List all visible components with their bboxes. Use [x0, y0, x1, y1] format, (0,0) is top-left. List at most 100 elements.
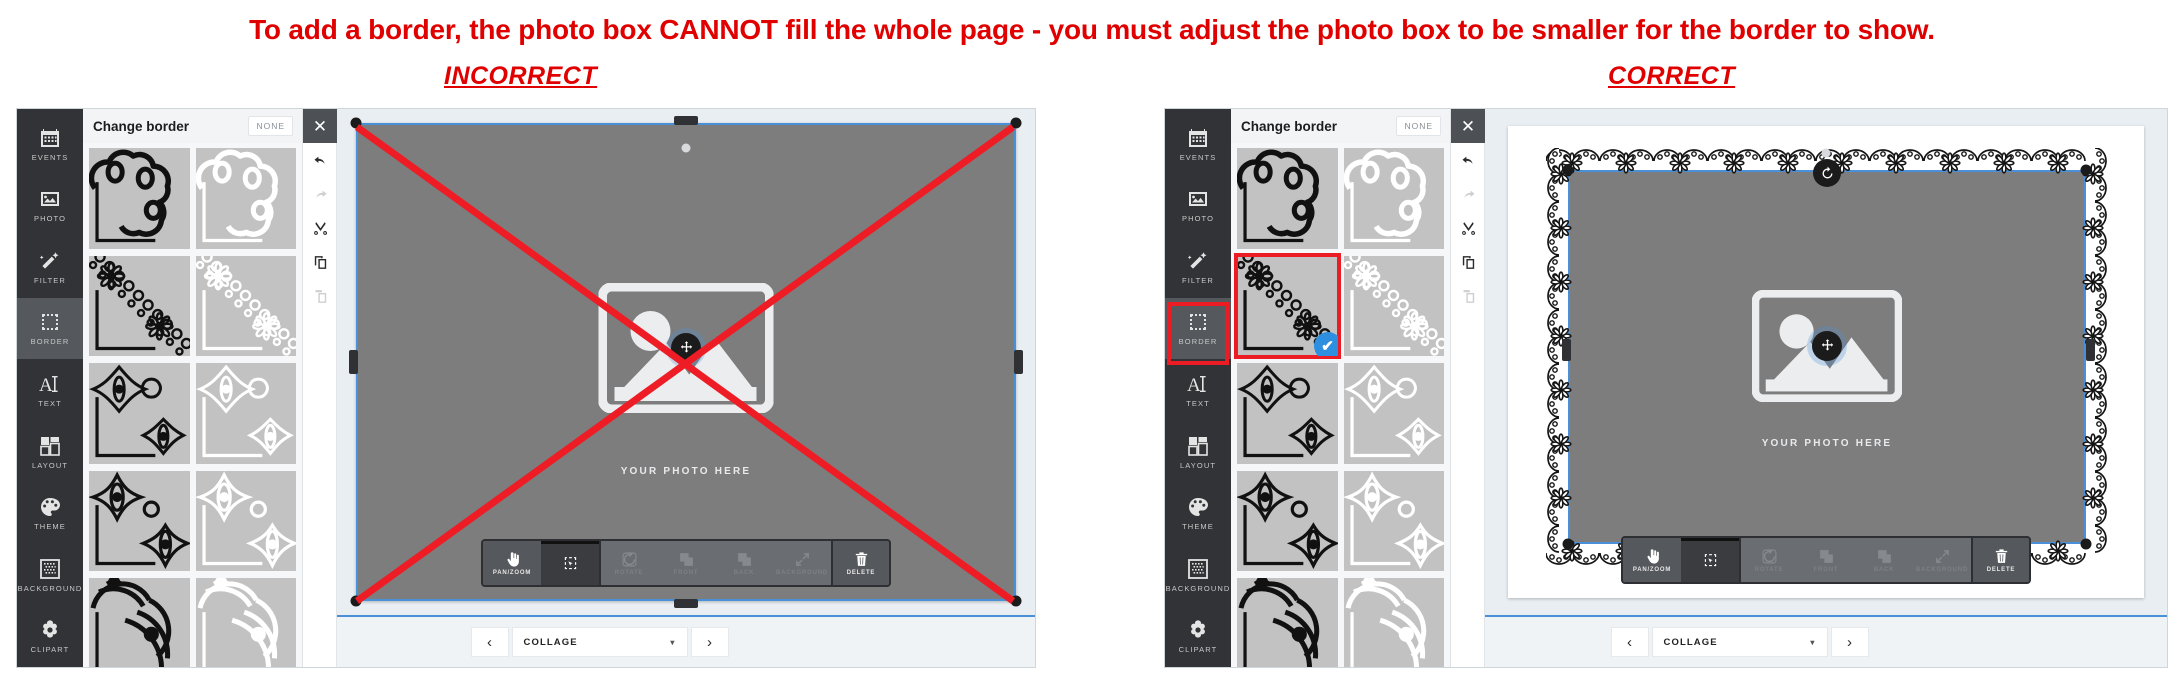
edge-handle-left[interactable] — [1562, 339, 1571, 361]
border-thumbnail[interactable]: ✔ — [1234, 252, 1341, 359]
border-thumbnail-grid[interactable]: ✔ — [1231, 143, 1450, 667]
border-thumbnail[interactable] — [1343, 255, 1444, 356]
sidebar-item-theme[interactable]: THEME — [17, 482, 83, 544]
sidebar-item-photo[interactable]: PHOTO — [17, 175, 83, 237]
edge-handle-top[interactable] — [674, 116, 698, 125]
border-thumbnail[interactable] — [195, 148, 296, 249]
back-button[interactable]: BACK — [1855, 538, 1913, 582]
prev-page-button[interactable]: ‹ — [470, 627, 509, 657]
border-thumbnail[interactable] — [195, 470, 296, 571]
resize-handle-tr[interactable] — [2080, 164, 2092, 176]
canvas-page[interactable]: YOUR PHOTO HERE PAN/ZOOM ROTATE FRONT BA… — [1508, 126, 2144, 598]
move-handle[interactable] — [1812, 330, 1842, 361]
background-button[interactable]: BACKGROUND — [773, 541, 831, 585]
rotate-handle[interactable] — [1813, 159, 1841, 187]
copy-icon[interactable] — [1451, 245, 1485, 279]
close-icon[interactable]: ✕ — [303, 109, 337, 143]
front-button[interactable]: FRONT — [657, 541, 715, 585]
delete-button[interactable]: DELETE — [1971, 538, 2029, 582]
sidebar-item-layout[interactable]: LAYOUT — [17, 421, 83, 483]
canvas-stage[interactable]: YOUR PHOTO HERE PAN/ZOOM ROTATE FRONT BA… — [337, 109, 1035, 667]
sidebar-item-background[interactable]: BACKGROUND — [1165, 544, 1231, 606]
resize-handle-br[interactable] — [2080, 538, 2092, 550]
border-thumbnail[interactable] — [89, 255, 190, 356]
edit-toolbar[interactable]: ✕ — [303, 109, 337, 667]
select-button[interactable] — [541, 541, 599, 585]
move-handle[interactable] — [671, 332, 701, 363]
sidebar-item-events[interactable]: EVENTS — [1165, 113, 1231, 175]
border-thumbnail[interactable] — [195, 255, 296, 356]
select-button[interactable] — [1681, 538, 1739, 582]
sidebar-item-background[interactable]: BACKGROUND — [17, 544, 83, 606]
sidebar-item-photo[interactable]: PHOTO — [1165, 175, 1231, 237]
front-button[interactable]: FRONT — [1797, 538, 1855, 582]
copy-icon[interactable] — [303, 245, 337, 279]
page-navigation[interactable]: ‹ COLLAGE ▾ › — [1485, 615, 2167, 667]
edge-handle-bottom[interactable] — [674, 599, 698, 608]
border-thumbnail[interactable] — [1237, 470, 1338, 571]
border-thumbnail[interactable] — [1343, 148, 1444, 249]
resize-handle-tl[interactable] — [350, 117, 362, 129]
border-thumbnail[interactable] — [195, 363, 296, 464]
next-page-button[interactable]: › — [1830, 627, 1869, 657]
rotate-button[interactable]: ROTATE — [1739, 538, 1797, 582]
paste-icon[interactable] — [1451, 279, 1485, 313]
border-thumbnail[interactable] — [89, 148, 190, 249]
edge-handle-left[interactable] — [349, 350, 358, 374]
redo-icon[interactable] — [303, 177, 337, 211]
undo-icon[interactable] — [1451, 143, 1485, 177]
border-thumbnail[interactable] — [195, 578, 296, 667]
panzoom-button[interactable]: PAN/ZOOM — [1623, 538, 1681, 582]
sidebar-item-layout[interactable]: LAYOUT — [1165, 421, 1231, 483]
resize-handle-bl[interactable] — [350, 595, 362, 607]
border-thumbnail-grid[interactable] — [83, 143, 302, 667]
canvas-stage[interactable]: YOUR PHOTO HERE PAN/ZOOM ROTATE FRONT BA… — [1485, 109, 2167, 667]
object-toolbar[interactable]: PAN/ZOOM ROTATE FRONT BACK BACKGROUND DE… — [1621, 536, 2031, 584]
border-thumbnail[interactable] — [1237, 363, 1338, 464]
border-thumbnail[interactable] — [89, 470, 190, 571]
border-thumbnail[interactable] — [1343, 363, 1444, 464]
sidebar-item-border[interactable]: BORDER — [1165, 297, 1231, 360]
redo-icon[interactable] — [1451, 177, 1485, 211]
none-button[interactable]: NONE — [1396, 116, 1441, 136]
prev-page-button[interactable]: ‹ — [1610, 627, 1649, 657]
object-toolbar[interactable]: PAN/ZOOM ROTATE FRONT BACK BACKGROUND DE… — [481, 539, 891, 587]
border-thumbnail[interactable] — [1237, 578, 1338, 667]
edge-handle-right[interactable] — [1014, 350, 1023, 374]
paste-icon[interactable] — [303, 279, 337, 313]
sidebar-item-clipart[interactable]: CLIPART — [1165, 606, 1231, 668]
close-icon[interactable]: ✕ — [1451, 109, 1485, 143]
scissors-icon[interactable] — [303, 211, 337, 245]
border-thumbnail[interactable] — [89, 363, 190, 464]
border-thumbnail[interactable] — [1343, 578, 1444, 667]
tool-sidebar[interactable]: EVENTS PHOTO FILTER BORDER A TEXT LAYOUT… — [1165, 109, 1231, 667]
resize-handle-tr[interactable] — [1010, 117, 1022, 129]
page-select[interactable]: COLLAGE ▾ — [1651, 627, 1828, 657]
delete-button[interactable]: DELETE — [831, 541, 889, 585]
sidebar-item-filter[interactable]: FILTER — [1165, 236, 1231, 298]
page-select[interactable]: COLLAGE ▾ — [511, 627, 688, 657]
rotate-dot[interactable] — [1821, 148, 1831, 158]
panzoom-button[interactable]: PAN/ZOOM — [483, 541, 541, 585]
sidebar-item-events[interactable]: EVENTS — [17, 113, 83, 175]
resize-handle-bl[interactable] — [1562, 538, 1574, 550]
resize-handle-br[interactable] — [1010, 595, 1022, 607]
photo-box[interactable]: YOUR PHOTO HERE — [1568, 170, 2086, 544]
sidebar-item-theme[interactable]: THEME — [1165, 482, 1231, 544]
canvas-page[interactable]: YOUR PHOTO HERE PAN/ZOOM ROTATE FRONT BA… — [349, 116, 1023, 608]
sidebar-item-border[interactable]: BORDER — [17, 297, 83, 360]
rotate-dot[interactable] — [681, 143, 691, 153]
edit-toolbar[interactable]: ✕ — [1451, 109, 1485, 667]
resize-handle-tl[interactable] — [1562, 164, 1574, 176]
scissors-icon[interactable] — [1451, 211, 1485, 245]
edge-handle-right[interactable] — [2086, 339, 2095, 361]
back-button[interactable]: BACK — [715, 541, 773, 585]
none-button[interactable]: NONE — [248, 116, 293, 136]
background-button[interactable]: BACKGROUND — [1913, 538, 1971, 582]
border-thumbnail[interactable] — [1343, 470, 1444, 571]
rotate-button[interactable]: ROTATE — [599, 541, 657, 585]
next-page-button[interactable]: › — [690, 627, 729, 657]
border-thumbnail[interactable] — [89, 578, 190, 667]
border-thumbnail[interactable] — [1237, 148, 1338, 249]
undo-icon[interactable] — [303, 143, 337, 177]
